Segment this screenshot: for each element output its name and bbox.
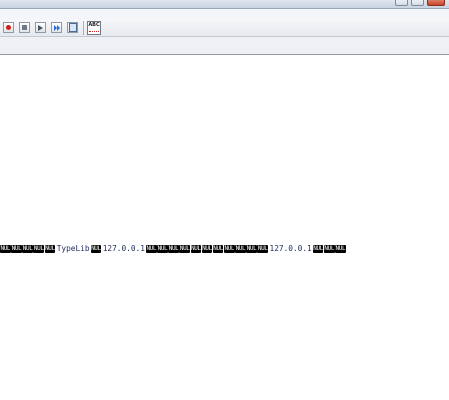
nul-char-token: NUL [212, 244, 224, 253]
nul-char-token: NUL [145, 244, 157, 253]
data-line: NUL NUL NUL NUL NUL TypeLib NUL 127.0.0.1 NUL NUL… [0, 244, 346, 253]
spellcheck-underline [89, 28, 99, 32]
nul-char-token: NUL [323, 244, 335, 253]
nul-char-token: NUL [190, 244, 202, 253]
nul-char-token: NUL [90, 244, 102, 253]
nul-char-token: NUL [312, 244, 324, 253]
toolbar: ABC [0, 19, 449, 37]
window-controls [395, 0, 445, 6]
minimize-button[interactable] [395, 0, 408, 6]
close-button[interactable] [427, 0, 445, 6]
text-token: 127.0.0.1 [269, 244, 312, 253]
spellcheck-button[interactable]: ABC [87, 20, 101, 35]
stop-button[interactable] [19, 22, 30, 33]
stop-icon [22, 25, 27, 30]
toolbar-separator [83, 20, 84, 35]
nul-char-token: NUL [246, 244, 257, 253]
nul-char-token: NUL [223, 244, 235, 253]
nul-char-token: NUL [257, 244, 268, 253]
record-button[interactable] [3, 22, 14, 33]
fast-forward-button[interactable] [51, 22, 62, 33]
nul-char-token: NUL [11, 244, 22, 253]
fast-forward-icon [53, 24, 60, 31]
secondary-toolbar [0, 37, 449, 55]
text-token: TypeLib [56, 244, 90, 253]
nul-char-token: NUL [22, 244, 33, 253]
save-button[interactable] [67, 22, 78, 33]
nul-char-token: NUL [179, 244, 191, 253]
nul-char-token: NUL [201, 244, 213, 253]
nul-char-token: NUL [33, 244, 45, 253]
nul-char-token: NUL [335, 244, 346, 253]
record-icon [6, 25, 11, 30]
play-icon [38, 24, 43, 31]
play-button[interactable] [35, 22, 46, 33]
text-token: 127.0.0.1 [102, 244, 145, 253]
nul-char-token: NUL [168, 244, 179, 253]
document-icon [68, 23, 77, 32]
nul-char-token: NUL [235, 244, 246, 253]
title-bar [0, 0, 449, 9]
nul-char-token: NUL [157, 244, 168, 253]
text-viewer[interactable]: NUL NUL NUL NUL NUL TypeLib NUL 127.0.0.1 NUL NUL… [0, 55, 449, 400]
maximize-button[interactable] [411, 0, 424, 6]
nul-char-token: NUL [44, 244, 56, 253]
nul-char-token: NUL [0, 244, 11, 253]
